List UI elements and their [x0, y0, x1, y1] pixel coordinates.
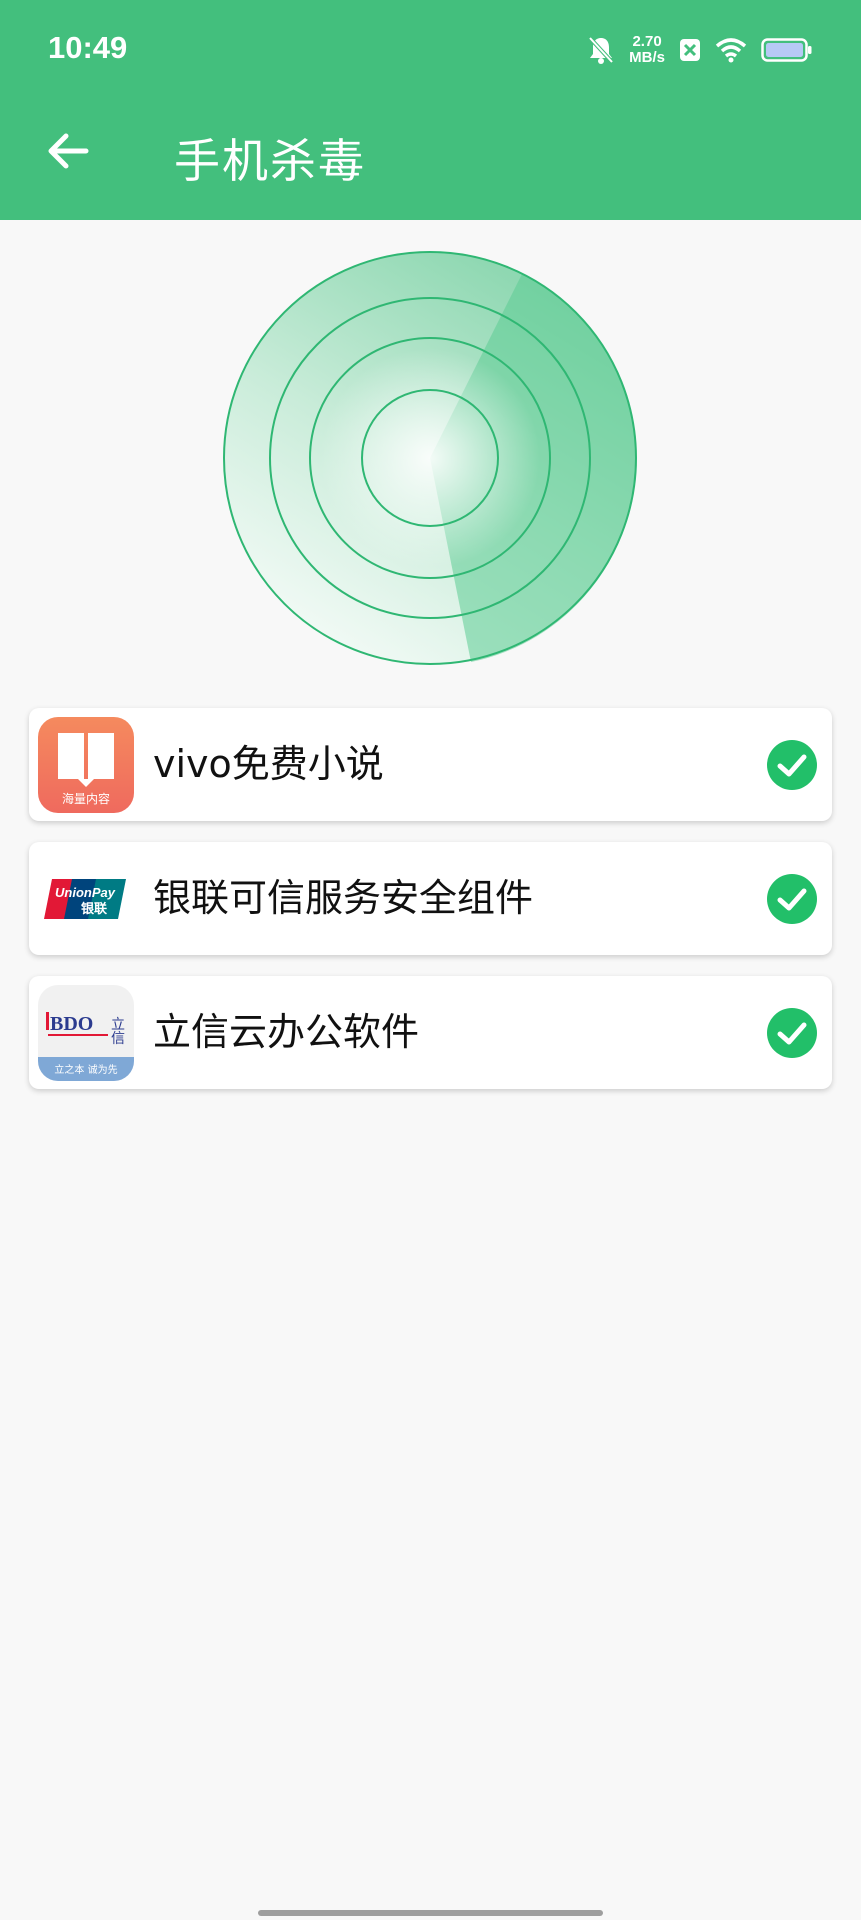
- svg-text:BDO: BDO: [50, 1013, 93, 1035]
- svg-text:银联: 银联: [81, 901, 107, 917]
- svg-text:UnionPay: UnionPay: [55, 885, 116, 900]
- scan-radar-graphic: [223, 251, 637, 665]
- svg-text:信: 信: [111, 1031, 125, 1047]
- arrow-left-icon: [48, 133, 89, 169]
- back-button[interactable]: [40, 123, 96, 179]
- close-notification-icon: [680, 39, 700, 61]
- home-indicator[interactable]: [258, 1910, 603, 1916]
- check-circle-icon: [767, 740, 817, 790]
- app-name: 银联可信服务安全组件: [153, 876, 534, 920]
- list-item-unionpay[interactable]: UnionPay 银联 银联可信服务安全组件: [29, 842, 832, 955]
- check-circle-icon: [767, 1008, 817, 1058]
- list-item-bdo[interactable]: BDO 立 信 立之本 诚为先 立信云办公软件: [29, 976, 832, 1089]
- status-time: 10:49: [48, 30, 128, 65]
- wifi-icon: [715, 38, 747, 63]
- app-header: 10:49 2.70 MB/s 手机杀毒: [0, 0, 861, 220]
- list-item-vivo-novel[interactable]: 海量内容 vivo免费小说: [29, 708, 832, 821]
- check-circle-icon: [767, 874, 817, 924]
- net-speed-unit: MB/s: [629, 49, 665, 66]
- net-speed-value: 2.70: [632, 33, 662, 50]
- unionpay-app-icon: UnionPay 银联: [38, 851, 134, 947]
- app-name: 立信云办公软件: [153, 1010, 420, 1054]
- net-speed: 2.70 MB/s: [629, 34, 665, 66]
- status-icons: 2.70 MB/s: [587, 30, 813, 70]
- vivo-novel-app-icon: 海量内容: [38, 717, 134, 813]
- page-title: 手机杀毒: [174, 134, 366, 188]
- battery-icon: [761, 38, 812, 62]
- svg-text:海量内容: 海量内容: [62, 791, 110, 806]
- svg-text:立之本 诚为先: 立之本 诚为先: [54, 1063, 117, 1076]
- bdo-app-icon: BDO 立 信 立之本 诚为先: [38, 985, 134, 1081]
- app-name: vivo免费小说: [153, 742, 384, 786]
- bell-muted-icon: [588, 36, 614, 64]
